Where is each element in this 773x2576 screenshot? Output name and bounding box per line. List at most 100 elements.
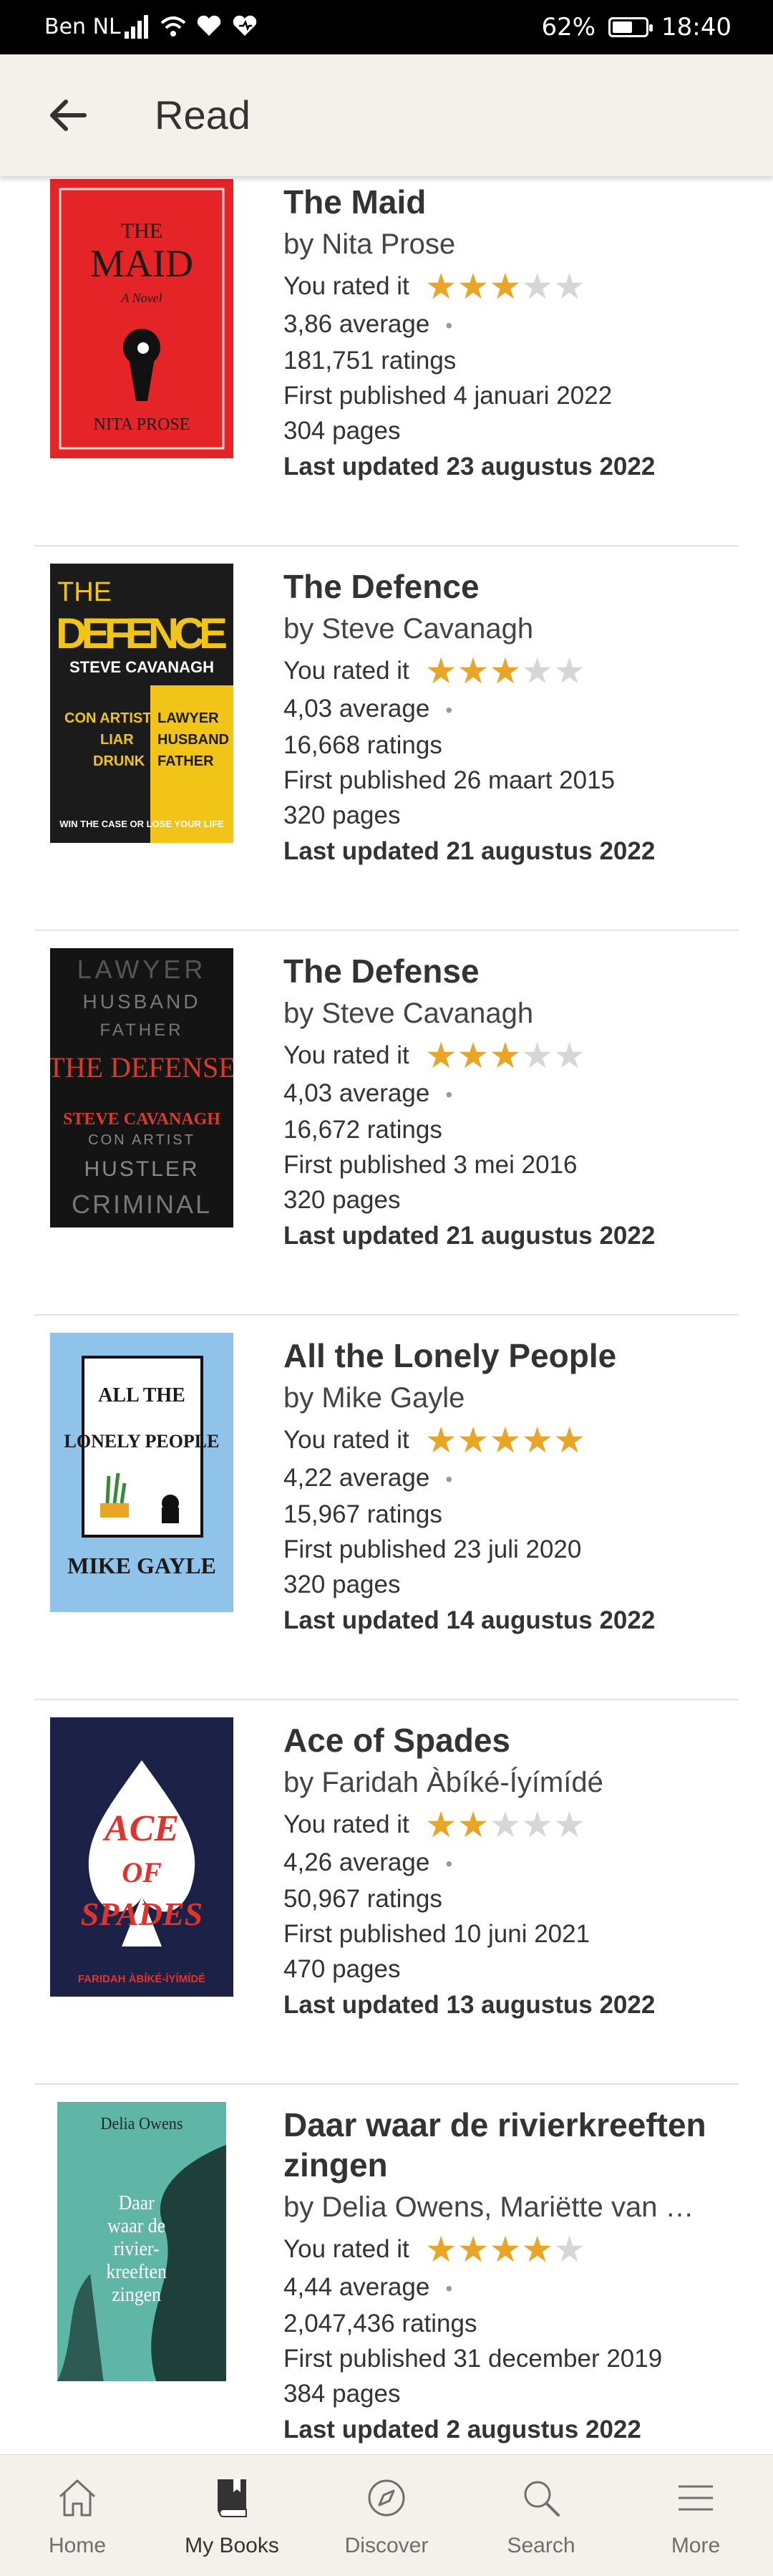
book-author[interactable]: by Steve Cavanagh	[283, 607, 730, 651]
status-bar: Ben NL 62% 18:40	[0, 0, 773, 54]
star-icon[interactable]: ★	[457, 1038, 490, 1074]
star-icon[interactable]: ★	[457, 2232, 490, 2267]
svg-text:DRUNK: DRUNK	[93, 753, 145, 769]
nav-my-books[interactable]: My Books	[155, 2455, 309, 2576]
battery-level	[613, 21, 633, 33]
svg-text:zingen: zingen	[112, 2283, 161, 2305]
star-icon[interactable]: ★	[489, 269, 521, 304]
rating-stars[interactable]: ★ ★ ★ ★ ★	[425, 2232, 585, 2267]
book-info: All the Lonely People by Mike Gayle You …	[283, 1336, 730, 1639]
back-arrow-icon[interactable]	[43, 90, 93, 140]
star-icon[interactable]: ★	[553, 269, 585, 304]
svg-text:MAID: MAID	[90, 242, 193, 285]
book-title[interactable]: The Defence	[283, 566, 730, 607]
book-title[interactable]: The Maid	[283, 182, 730, 222]
last-updated: Last updated 14 augustus 2022	[283, 1606, 656, 1634]
first-published: First published 4 januari 2022	[283, 382, 613, 410]
svg-text:LAWYER: LAWYER	[157, 710, 219, 726]
rating-stars[interactable]: ★ ★ ★ ★ ★	[425, 1038, 585, 1074]
rating-stars[interactable]: ★ ★ ★ ★ ★	[425, 269, 585, 304]
book-cover[interactable]: ALL THE LONELY PEOPLE MIKE GAYLE	[50, 1333, 233, 1612]
book-author[interactable]: by Steve Cavanagh	[283, 991, 730, 1036]
svg-text:CON ARTIST: CON ARTIST	[88, 1132, 195, 1148]
book-row[interactable]: ACE OF SPADES FARIDAH ÀBÍKÉ-ÍYÍMÍDÉ Ace of …	[0, 1700, 773, 2085]
star-icon[interactable]: ★	[521, 1807, 553, 1843]
average-rating: 4,26 average •	[283, 1848, 453, 1876]
first-published: First published 26 maart 2015	[283, 766, 616, 794]
star-icon[interactable]: ★	[489, 1807, 521, 1843]
menu-icon	[671, 2474, 720, 2534]
star-icon[interactable]: ★	[425, 1807, 457, 1843]
book-cover[interactable]: THE DEFENCE STEVE CAVANAGH CON ARTIST LAWYER…	[50, 564, 233, 843]
book-title[interactable]: The Defense	[283, 951, 730, 991]
status-right: 62% 18:40	[541, 13, 731, 42]
first-published: First published 3 mei 2016	[283, 1151, 578, 1179]
star-icon[interactable]: ★	[489, 1422, 521, 1458]
book-cover[interactable]: ACE OF SPADES FARIDAH ÀBÍKÉ-ÍYÍMÍDÉ	[50, 1717, 233, 1997]
book-author[interactable]: by Delia Owens, Mariëtte van …	[283, 2185, 730, 2229]
star-icon[interactable]: ★	[553, 2232, 585, 2267]
star-icon[interactable]: ★	[553, 1038, 585, 1074]
home-icon	[53, 2474, 102, 2534]
star-icon[interactable]: ★	[457, 1422, 490, 1458]
star-icon[interactable]: ★	[553, 1807, 585, 1843]
svg-text:kreeften: kreeften	[106, 2260, 167, 2282]
svg-text:A Novel: A Novel	[120, 291, 162, 305]
book-author[interactable]: by Faridah Àbíké-Íyímídé	[283, 1760, 730, 1805]
book-info: Daar waar de rivierkreeften zingen by De…	[283, 2105, 730, 2448]
star-icon[interactable]: ★	[521, 1038, 553, 1074]
star-icon[interactable]: ★	[489, 653, 521, 689]
star-icon[interactable]: ★	[553, 1422, 585, 1458]
book-row[interactable]: ALL THE LONELY PEOPLE MIKE GAYLE All the L…	[0, 1316, 773, 1700]
book-title[interactable]: Ace of Spades	[283, 1720, 730, 1760]
ratings-count: 181,751 ratings	[283, 347, 457, 375]
book-author[interactable]: by Nita Prose	[283, 222, 730, 266]
book-icon	[208, 2474, 256, 2534]
star-icon[interactable]: ★	[521, 1422, 553, 1458]
nav-home[interactable]: Home	[0, 2455, 155, 2576]
book-cover[interactable]: THE MAID A Novel NITA PROSE	[50, 179, 233, 458]
star-icon[interactable]: ★	[553, 653, 585, 689]
page-count: 320 pages	[283, 1571, 401, 1598]
star-icon[interactable]: ★	[425, 269, 457, 304]
nav-search[interactable]: Search	[464, 2455, 618, 2576]
nav-more[interactable]: More	[618, 2455, 773, 2576]
book-author[interactable]: by Mike Gayle	[283, 1376, 730, 1420]
book-row[interactable]: LAWYER HUSBAND FATHER THE DEFENSE STEVE CAVA…	[0, 931, 773, 1316]
star-icon[interactable]: ★	[489, 1038, 521, 1074]
ratings-count: 16,668 ratings	[283, 731, 442, 759]
svg-text:waar de: waar de	[107, 2214, 165, 2237]
svg-text:FATHER: FATHER	[157, 753, 214, 769]
star-icon[interactable]: ★	[489, 2232, 521, 2267]
rating-stars[interactable]: ★ ★ ★ ★ ★	[425, 653, 585, 689]
star-icon[interactable]: ★	[425, 653, 457, 689]
rating-stars[interactable]: ★ ★ ★ ★ ★	[425, 1422, 585, 1458]
star-icon[interactable]: ★	[457, 653, 490, 689]
star-icon[interactable]: ★	[425, 1038, 457, 1074]
user-rating: You rated it ★ ★ ★ ★ ★	[283, 266, 730, 307]
book-title[interactable]: Daar waar de rivierkreeften zingen	[283, 2105, 730, 2185]
star-icon[interactable]: ★	[425, 1422, 457, 1458]
svg-text:rivier-: rivier-	[114, 2237, 160, 2259]
star-icon[interactable]: ★	[521, 269, 553, 304]
star-icon[interactable]: ★	[457, 269, 490, 304]
star-icon[interactable]: ★	[457, 1807, 490, 1843]
svg-text:HUSBAND: HUSBAND	[157, 732, 229, 748]
book-row[interactable]: THE MAID A Novel NITA PROSE The Maid by Nit…	[0, 176, 773, 546]
svg-text:LIAR: LIAR	[100, 732, 134, 748]
book-row[interactable]: Delia Owens Daar waar de rivier-kreeften zin…	[0, 2085, 773, 2454]
last-updated: Last updated 2 augustus 2022	[283, 2416, 641, 2444]
star-icon[interactable]: ★	[521, 2232, 553, 2267]
rating-stars[interactable]: ★ ★ ★ ★ ★	[425, 1807, 585, 1843]
svg-text:THE: THE	[121, 219, 162, 243]
book-cover[interactable]: Delia Owens Daar waar de rivier-kreeften zin…	[57, 2102, 226, 2381]
svg-text:Daar: Daar	[119, 2191, 155, 2214]
nav-discover[interactable]: Discover	[309, 2455, 464, 2576]
ratings-count: 2,047,436 ratings	[283, 2310, 477, 2338]
book-row[interactable]: THE DEFENCE STEVE CAVANAGH CON ARTIST LAWYER…	[0, 546, 773, 931]
book-list[interactable]: THE MAID A Novel NITA PROSE The Maid by Nit…	[0, 176, 773, 2454]
book-cover[interactable]: LAWYER HUSBAND FATHER THE DEFENSE STEVE CAVA…	[50, 948, 233, 1227]
star-icon[interactable]: ★	[521, 653, 553, 689]
book-title[interactable]: All the Lonely People	[283, 1336, 730, 1376]
star-icon[interactable]: ★	[425, 2232, 457, 2267]
